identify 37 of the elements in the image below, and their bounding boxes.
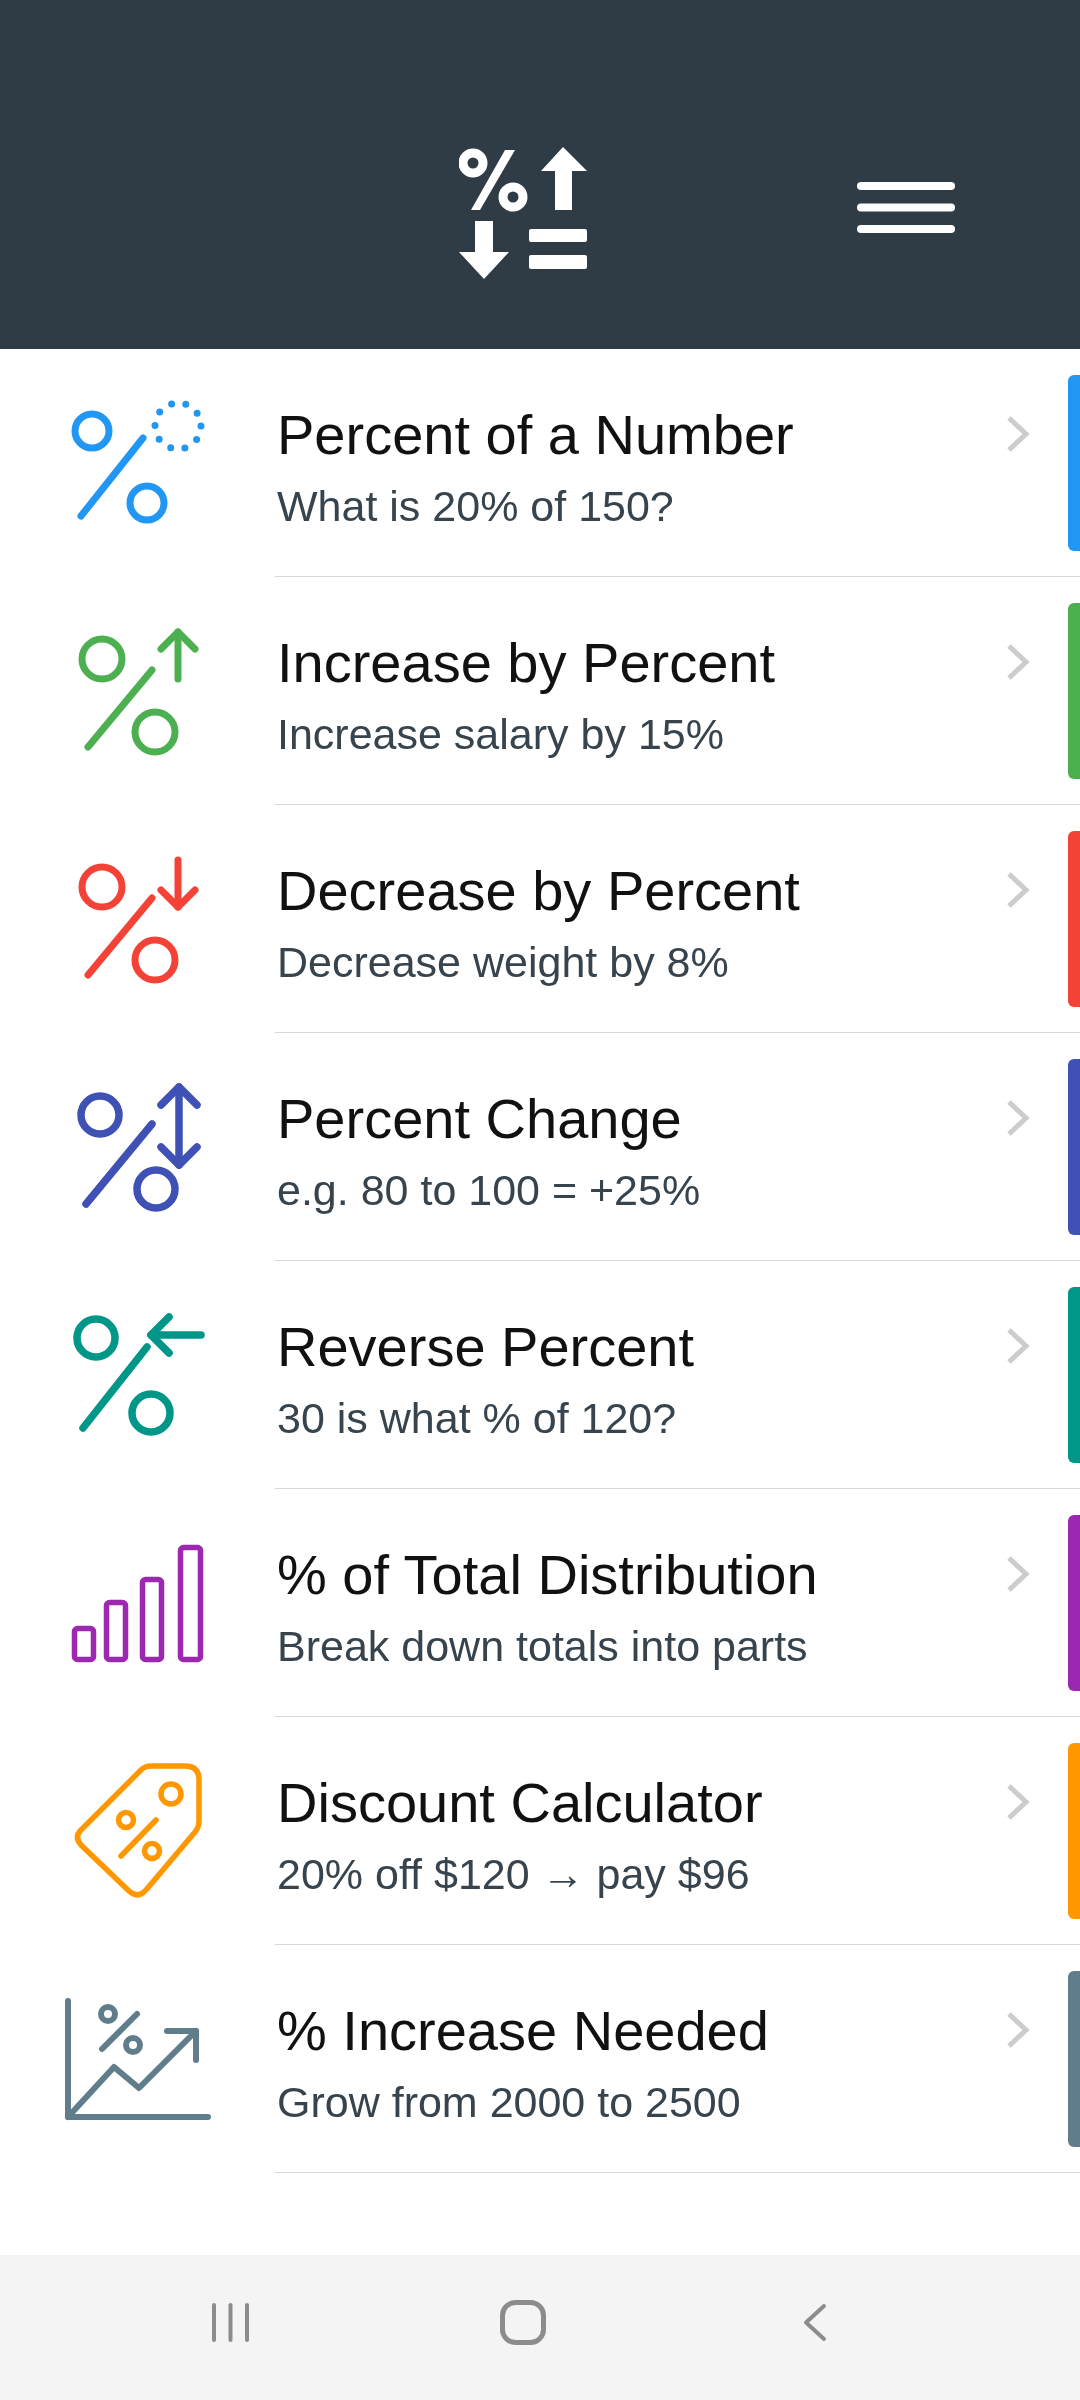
calculator-example: Break down totals into parts: [277, 1621, 809, 1672]
calculator-title: Reverse Percent: [277, 1315, 696, 1379]
calculator-example: Increase salary by 15%: [277, 709, 725, 760]
calculator-list-item[interactable]: Discount Calculator 20% off $120 → pay $96: [0, 1717, 1080, 1945]
chevron-right-icon: [1006, 643, 1030, 681]
recent-apps-icon[interactable]: [210, 2301, 251, 2344]
chevron-right-icon: [1006, 1327, 1030, 1365]
calculator-example: What is 20% of 150?: [277, 481, 675, 532]
calculator-list-item[interactable]: Decrease by Percent Decrease weight by 8%: [0, 805, 1080, 1033]
back-icon[interactable]: [802, 2302, 828, 2343]
home-icon[interactable]: [500, 2300, 546, 2345]
calculator-title: % Increase Needed: [277, 1999, 770, 2063]
calculator-example: Grow from 2000 to 2500: [277, 2077, 742, 2128]
calculator-example: e.g. 80 to 100 = +25%: [277, 1165, 702, 1216]
chevron-right-icon: [1006, 415, 1030, 453]
calculator-list-item[interactable]: Percent Change e.g. 80 to 100 = +25%: [0, 1033, 1080, 1261]
calculator-title: Increase by Percent: [277, 631, 777, 695]
calculator-title: Discount Calculator: [277, 1771, 764, 1835]
chevron-right-icon: [1006, 1555, 1030, 1593]
chevron-right-icon: [1006, 1099, 1030, 1137]
calculator-title: Percent Change: [277, 1087, 683, 1151]
menu-icon[interactable]: [857, 182, 955, 233]
chevron-right-icon: [1006, 2011, 1030, 2049]
calculator-list-item[interactable]: Percent of a Number What is 20% of 150?: [0, 349, 1080, 577]
calculator-title: % of Total Distribution: [277, 1543, 819, 1607]
calculator-list-item[interactable]: % Increase Needed Grow from 2000 to 2500: [0, 1945, 1080, 2173]
chevron-right-icon: [1006, 1783, 1030, 1821]
calculator-list-item[interactable]: Increase by Percent Increase salary by 15%: [0, 577, 1080, 805]
chevron-right-icon: [1006, 871, 1030, 909]
calculator-example: 20% off $120 → pay $96: [277, 1849, 751, 1900]
calculator-title: Percent of a Number: [277, 403, 795, 467]
calculator-list-item[interactable]: Reverse Percent 30 is what % of 120?: [0, 1261, 1080, 1489]
calculator-list-item[interactable]: % of Total Distribution Break down totals into parts: [0, 1489, 1080, 1717]
percent-dotted-circle-icon: [69, 400, 206, 526]
calculator-example: Decrease weight by 8%: [277, 937, 730, 988]
calculator-example: 30 is what % of 120?: [277, 1393, 678, 1444]
calculator-title: Decrease by Percent: [277, 859, 801, 923]
